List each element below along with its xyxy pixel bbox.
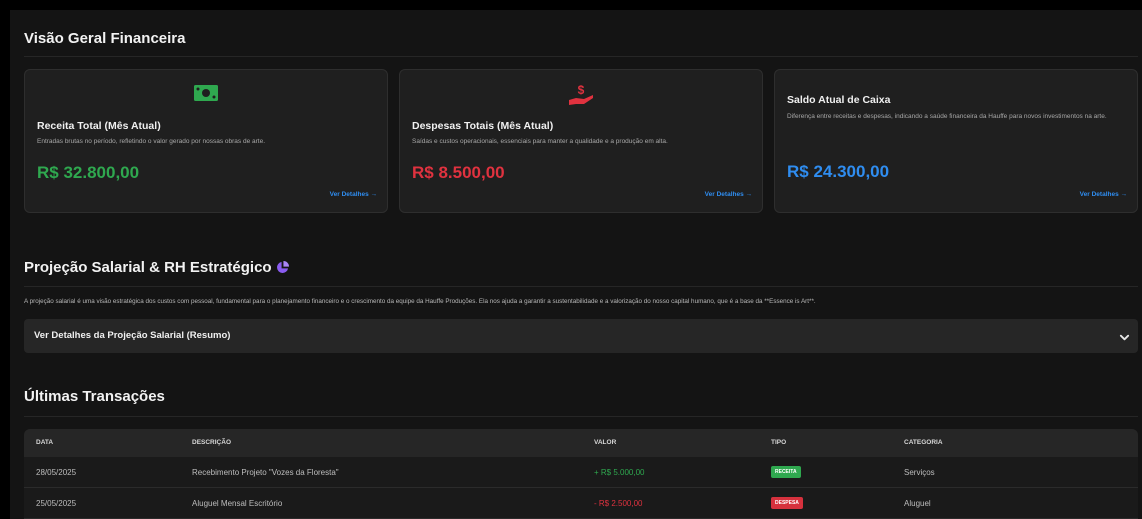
- transaction-category: Serviços: [904, 468, 935, 477]
- transaction-category: Aluguel: [904, 499, 931, 508]
- transactions-title: Últimas Transações: [24, 388, 165, 405]
- column-header-amount: VALOR: [594, 439, 617, 446]
- projection-intro-text: A projeção salarial é uma visão estratég…: [24, 298, 816, 305]
- balance-card: Saldo Atual de Caixa Diferença entre rec…: [774, 69, 1138, 213]
- transactions-table: DATA DESCRIÇÃO VALOR TIPO CATEGORIA 28/0…: [24, 429, 1138, 519]
- column-header-description: DESCRIÇÃO: [192, 439, 232, 446]
- chevron-down-icon[interactable]: [1119, 330, 1130, 348]
- financial-dashboard: Visão Geral Financeira Receita Total (Mê…: [10, 10, 1142, 519]
- transaction-amount: - R$ 2.500,00: [594, 499, 643, 508]
- type-badge-income: RECEITA: [771, 466, 801, 478]
- column-header-type: TIPO: [771, 439, 787, 446]
- revenue-card-value: R$ 32.800,00: [37, 163, 140, 182]
- transaction-date: 28/05/2025: [36, 468, 77, 477]
- transaction-date: 25/05/2025: [36, 499, 77, 508]
- revenue-card: Receita Total (Mês Atual) Entradas bruta…: [24, 69, 388, 213]
- expenses-card-description: Saídas e custos operacionais, essenciais…: [412, 138, 668, 145]
- balance-card-value: R$ 24.300,00: [787, 162, 890, 181]
- expenses-card: $ Despesas Totais (Mês Atual) Saídas e c…: [399, 69, 763, 213]
- revenue-card-description: Entradas brutas no período, refletindo o…: [37, 138, 266, 145]
- hand-dollar-icon: $: [400, 84, 762, 108]
- revenue-card-title: Receita Total (Mês Atual): [37, 120, 161, 132]
- expenses-card-value: R$ 8.500,00: [412, 163, 505, 182]
- projection-title: Projeção Salarial & RH Estratégico: [24, 259, 272, 276]
- expenses-details-link[interactable]: Ver Detalhes →: [705, 191, 752, 198]
- revenue-details-link[interactable]: Ver Detalhes →: [330, 191, 377, 198]
- pie-chart-icon: [276, 261, 289, 274]
- balance-card-title: Saldo Atual de Caixa: [787, 94, 891, 106]
- balance-card-description: Diferença entre receitas e despesas, ind…: [787, 113, 1107, 120]
- transaction-amount: + R$ 5.000,00: [594, 468, 645, 477]
- money-bill-icon: [25, 84, 387, 102]
- projection-header: Projeção Salarial & RH Estratégico: [24, 259, 289, 276]
- salary-projection-accordion[interactable]: Ver Detalhes da Projeção Salarial (Resum…: [24, 319, 1138, 353]
- transaction-description: Recebimento Projeto "Vozes da Floresta": [192, 468, 339, 477]
- type-badge-expense: DESPESA: [771, 497, 803, 509]
- divider: [24, 286, 1138, 287]
- balance-details-link[interactable]: Ver Detalhes →: [1080, 191, 1127, 198]
- expenses-card-title: Despesas Totais (Mês Atual): [412, 120, 554, 132]
- divider: [24, 416, 1138, 417]
- overview-title: Visão Geral Financeira: [24, 30, 186, 47]
- divider: [24, 56, 1138, 57]
- transaction-description: Aluguel Mensal Escritório: [192, 499, 283, 508]
- accordion-title: Ver Detalhes da Projeção Salarial (Resum…: [34, 330, 231, 341]
- table-row[interactable]: 28/05/2025 Recebimento Projeto "Vozes da…: [24, 457, 1138, 488]
- column-header-category: CATEGORIA: [904, 439, 943, 446]
- table-row[interactable]: 25/05/2025 Aluguel Mensal Escritório - R…: [24, 488, 1138, 519]
- svg-text:$: $: [578, 84, 585, 97]
- table-header: DATA DESCRIÇÃO VALOR TIPO CATEGORIA: [24, 429, 1138, 457]
- column-header-date: DATA: [36, 439, 54, 446]
